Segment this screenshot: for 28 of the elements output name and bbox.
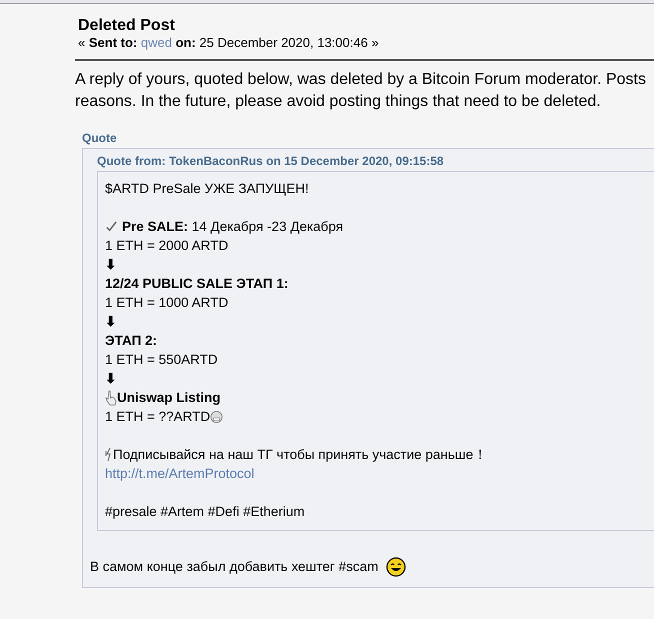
recipient-link[interactable]: qwed (140, 35, 172, 50)
quote-line: Pre SALE: 14 Декабря -23 Декабря (122, 218, 344, 236)
sent-info: « Sent to: qwed on: 25 December 2020, 13:00:46 » (78, 35, 379, 51)
notice-text: reasons. In the future, please avoid posting things that need to be deleted. (75, 92, 601, 112)
hand-icon (105, 390, 117, 406)
quote-line: 1 ETH = 550ARTD (105, 351, 218, 369)
quote-line: Подписывайся на наш ТГ чтобы принять участие раньше！ (113, 446, 488, 464)
quote-source-link[interactable]: Quote from: TokenBaconRus on 15 December 2020, 09:15:58 (97, 153, 444, 169)
quote-header: Quote (82, 130, 117, 146)
smiley-icon (386, 557, 406, 578)
check-mark-icon (105, 220, 118, 233)
quote-line: ЭТАП 2: (105, 332, 158, 350)
quote-line: Uniswap Listing (117, 389, 221, 407)
bolt-icon (105, 447, 113, 462)
quote-line: 1 ETH = 1000 ARTD (105, 294, 228, 312)
notice-text: A reply of yours, quoted below, was deleted by a Bitcoin Forum moderator. Posts (75, 70, 646, 90)
quote-line: 1 ETH = ??ARTD (105, 408, 210, 426)
quote-line: 1 ETH = 2000 ARTD (105, 237, 228, 255)
post-title: Deleted Post (78, 16, 175, 35)
quote-line: ⬇ (105, 370, 117, 388)
reply-text: В самом конце забыл добавить хештег #scam (90, 558, 378, 576)
telegram-link[interactable]: http://t.me/ArtemProtocol (105, 464, 254, 483)
quote-line: ⬇ (105, 313, 117, 331)
quote-line: #presale #Artem #Defi #Etherium (105, 503, 305, 521)
grinning-face-icon (210, 410, 224, 424)
quote-line: $ARTD PreSale УЖЕ ЗАПУЩЕН! (105, 180, 309, 198)
quote-line: 12/24 PUBLIC SALE ЭТАП 1: (105, 275, 288, 293)
quote-line: ⬇ (105, 256, 117, 274)
